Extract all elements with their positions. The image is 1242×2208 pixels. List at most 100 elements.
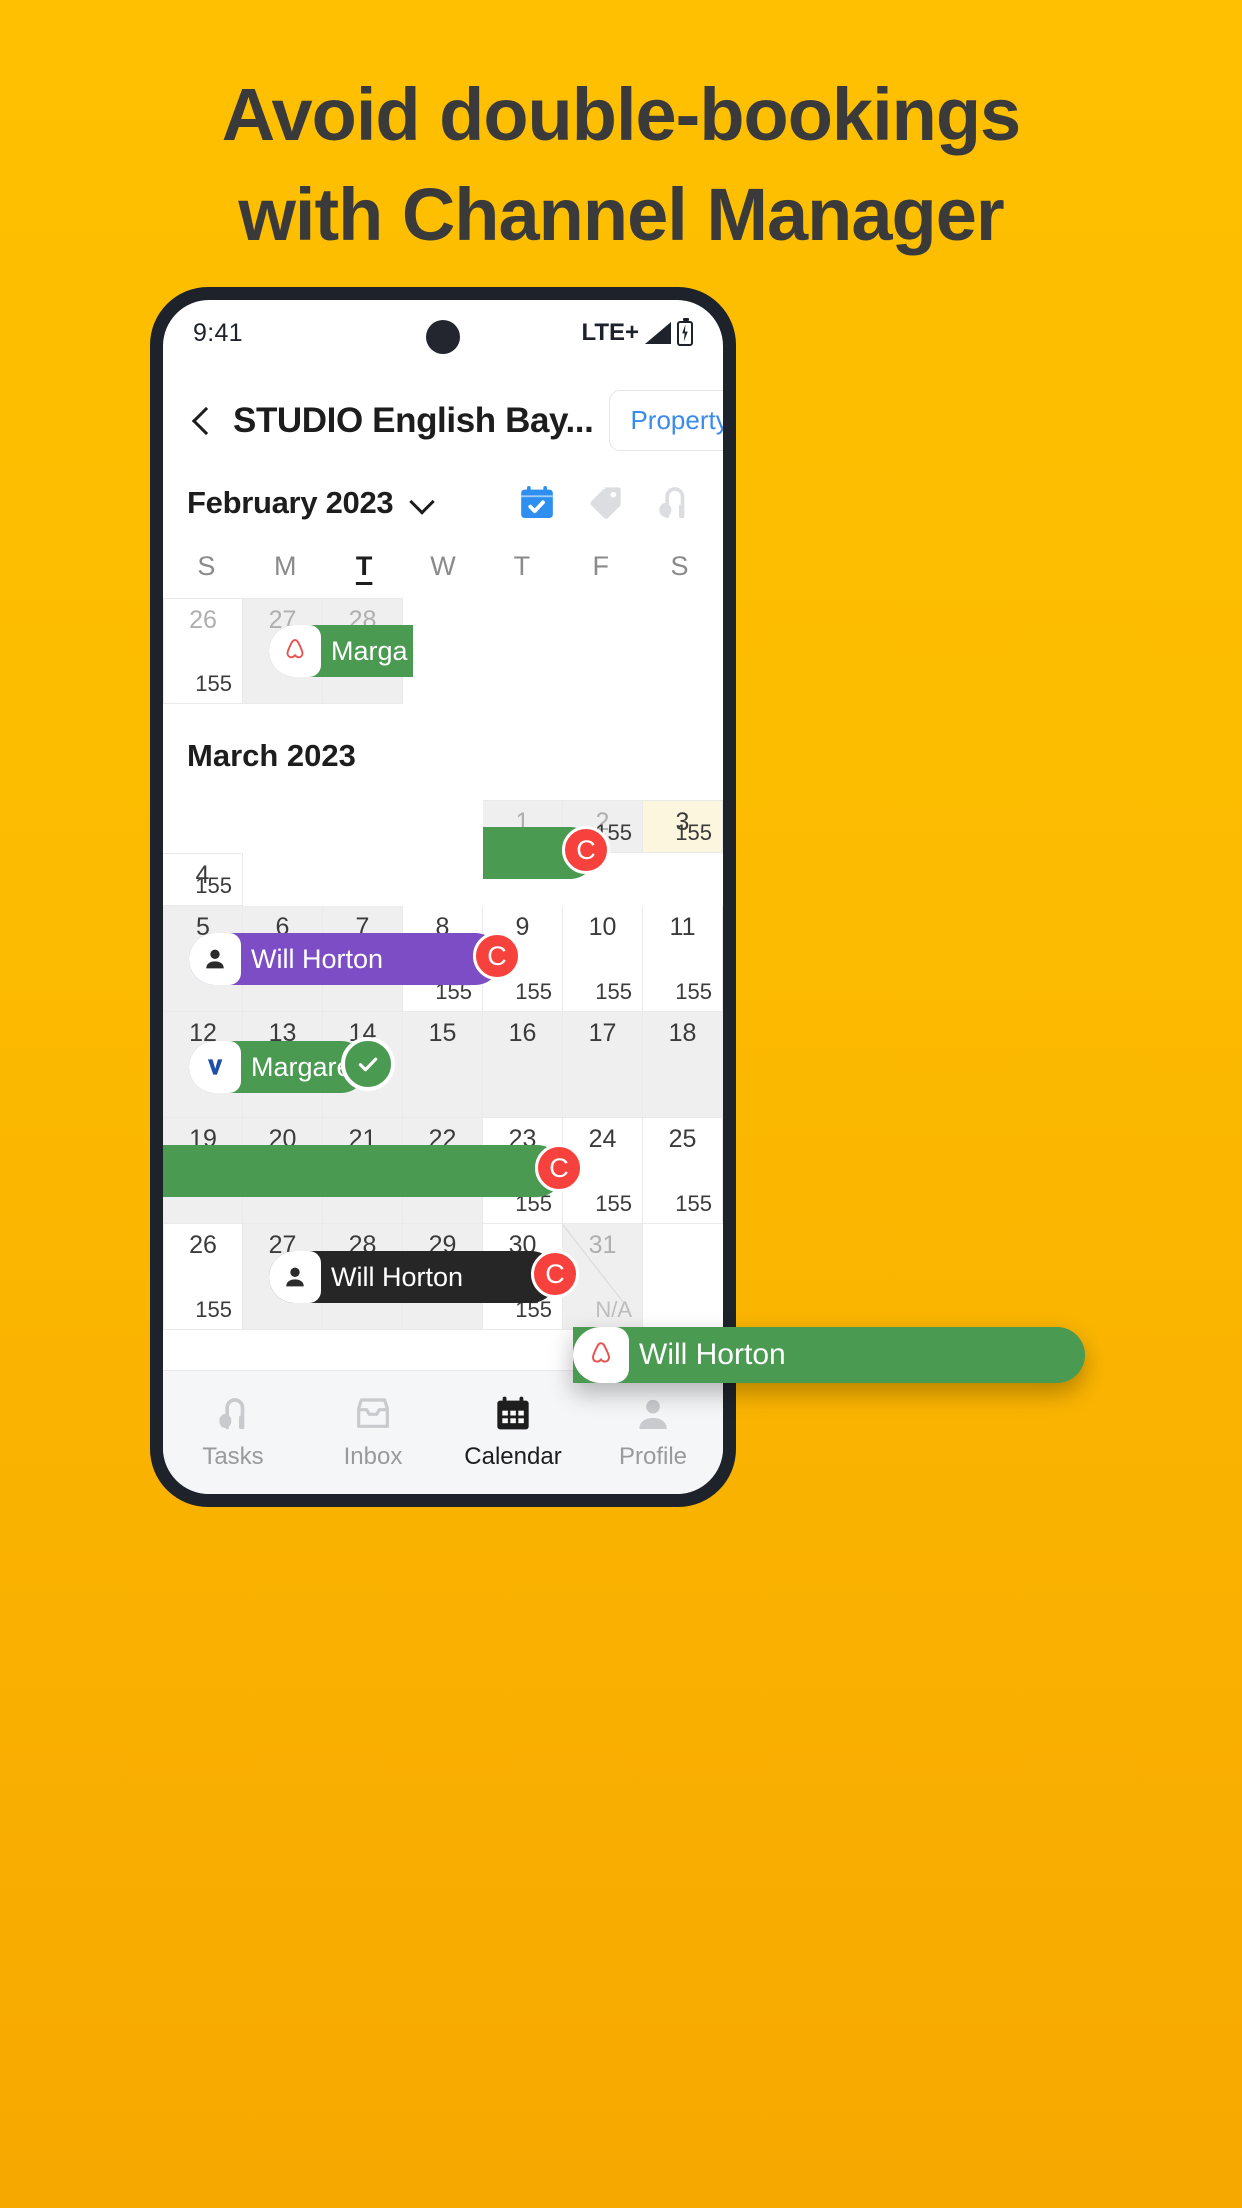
- day-number: 26: [189, 606, 217, 634]
- phone-frame: 9:41 LTE+ STUDIO English Bay... Property…: [150, 287, 736, 1507]
- view-mode-icons: [517, 483, 693, 523]
- day-number: 10: [588, 913, 617, 941]
- weekday-sun: S: [197, 551, 216, 581]
- day-cell[interactable]: 4 155: [163, 853, 243, 906]
- person-icon: [269, 1251, 321, 1303]
- vrbo-icon: [189, 1041, 241, 1093]
- chevron-down-icon[interactable]: [411, 497, 433, 509]
- airbnb-icon: [269, 625, 321, 677]
- day-cell-empty: [643, 598, 723, 704]
- day-cell-empty: [403, 800, 483, 853]
- nav-label: Calendar: [464, 1443, 562, 1470]
- day-cell[interactable]: 25 155: [643, 1118, 723, 1224]
- day-number: 16: [508, 1019, 537, 1047]
- day-price: 155: [675, 979, 712, 1004]
- day-cell-empty: [323, 800, 403, 853]
- poster-headline: Avoid double-bookings with Channel Manag…: [0, 78, 1242, 252]
- day-cell-empty: [163, 800, 243, 853]
- chevron-left-icon[interactable]: [187, 406, 217, 436]
- day-price: 155: [195, 671, 232, 696]
- month-label[interactable]: February 2023: [187, 485, 394, 521]
- day-number: 17: [588, 1019, 617, 1047]
- day-price: 155: [595, 1191, 632, 1216]
- nav-item-calendar[interactable]: Calendar: [443, 1394, 583, 1471]
- inbox-tray-icon: [357, 1398, 389, 1428]
- booking-label: Will Horton: [331, 1261, 464, 1292]
- day-cell-empty: [483, 598, 563, 704]
- day-price: 155: [195, 873, 232, 898]
- day-price: 155: [675, 1191, 712, 1216]
- headline-line-1: Avoid double-bookings: [221, 73, 1021, 156]
- nav-item-profile[interactable]: Profile: [583, 1394, 723, 1471]
- february-calendar: 26 155 27 28 Marga: [163, 598, 723, 704]
- battery-charging-icon: [677, 317, 693, 346]
- phone-screen: 9:41 LTE+ STUDIO English Bay... Property…: [163, 300, 723, 1494]
- booking-end-badge[interactable]: C: [531, 1250, 579, 1298]
- bottom-navigation: Tasks Inbox Calendar Profile: [163, 1370, 723, 1494]
- status-indicators: LTE+: [581, 317, 693, 347]
- airbnb-icon: [573, 1327, 629, 1383]
- day-cell-empty: [643, 1224, 723, 1330]
- day-cell[interactable]: 16: [483, 1012, 563, 1118]
- day-cell[interactable]: 18: [643, 1012, 723, 1118]
- week-row-march-3: 12 13 14 15 16 17 18 Margaret: [163, 1012, 723, 1118]
- day-price: 155: [195, 1297, 232, 1322]
- week-row-feb: 26 155 27 28 Marga: [163, 598, 723, 704]
- nav-item-tasks[interactable]: Tasks: [163, 1394, 303, 1471]
- calendar-icon: [497, 1396, 529, 1430]
- day-price: 155: [595, 979, 632, 1004]
- weekday-fri: F: [592, 551, 609, 581]
- booking-bar-marga[interactable]: Marga: [269, 625, 413, 677]
- day-number: 15: [428, 1019, 457, 1047]
- page-title: STUDIO English Bay...: [233, 400, 594, 440]
- booking-bar-will-horton-purple[interactable]: Will Horton: [189, 933, 501, 985]
- headline-line-2: with Channel Manager: [238, 173, 1004, 256]
- weekday-sat: S: [670, 551, 689, 581]
- booking-end-badge[interactable]: C: [562, 826, 610, 874]
- check-icon[interactable]: [341, 1037, 395, 1091]
- booking-bar-will-horton-dark[interactable]: Will Horton: [269, 1251, 557, 1303]
- day-cell-empty: [403, 598, 483, 704]
- signal-bars-icon: [645, 322, 671, 344]
- day-cell[interactable]: 15: [403, 1012, 483, 1118]
- booking-bar-week4[interactable]: [163, 1145, 563, 1197]
- day-price: 155: [675, 820, 712, 845]
- camera-punch-hole: [426, 320, 460, 354]
- march-heading: March 2023: [187, 738, 356, 773]
- week-row-march-1: 1 2 155 3 155 4 155 C: [163, 800, 723, 906]
- booking-label: Will Horton: [639, 1338, 786, 1371]
- day-number: 31: [588, 1231, 617, 1259]
- day-cell-empty: [563, 598, 643, 704]
- day-cell-empty: [243, 800, 323, 853]
- day-cell[interactable]: 10 155: [563, 906, 643, 1012]
- person-icon: [639, 1399, 667, 1429]
- nav-item-inbox[interactable]: Inbox: [303, 1394, 443, 1471]
- vacuum-cleaner-icon[interactable]: [653, 483, 693, 523]
- booking-label: Will Horton: [251, 943, 384, 974]
- month-selector-row: February 2023: [163, 461, 723, 537]
- price-tag-icon[interactable]: [585, 483, 625, 523]
- day-cell-today[interactable]: 3 155: [643, 800, 723, 853]
- status-time: 9:41: [193, 318, 243, 347]
- property-button[interactable]: Property: [609, 390, 723, 451]
- week-row-march-2: 5 6 7 8 155 9 155 10 155 11 155 Will Hor…: [163, 906, 723, 1012]
- weekday-thu: T: [513, 551, 531, 581]
- booking-end-badge[interactable]: C: [535, 1144, 583, 1192]
- booking-end-badge[interactable]: C: [473, 932, 521, 980]
- nav-label: Tasks: [202, 1443, 264, 1470]
- day-number: 18: [668, 1019, 697, 1047]
- day-number: 25: [668, 1125, 697, 1153]
- day-number: 11: [669, 913, 696, 941]
- vacuum-cleaner-icon: [219, 1398, 245, 1430]
- weekday-mon: M: [274, 551, 297, 581]
- day-cell[interactable]: 26 155: [163, 598, 243, 704]
- network-type-label: LTE+: [581, 319, 639, 346]
- person-icon: [189, 933, 241, 985]
- day-cell[interactable]: 17: [563, 1012, 643, 1118]
- day-cell[interactable]: 26 155: [163, 1224, 243, 1330]
- booking-bar-will-horton-dragging[interactable]: Will Horton: [573, 1327, 1085, 1383]
- day-cell[interactable]: 11 155: [643, 906, 723, 1012]
- calendar-check-icon[interactable]: [517, 483, 557, 523]
- week-row-march-5: 26 155 27 28 29 30 155 31 N/A Will Horto…: [163, 1224, 723, 1330]
- nav-label: Inbox: [343, 1443, 403, 1470]
